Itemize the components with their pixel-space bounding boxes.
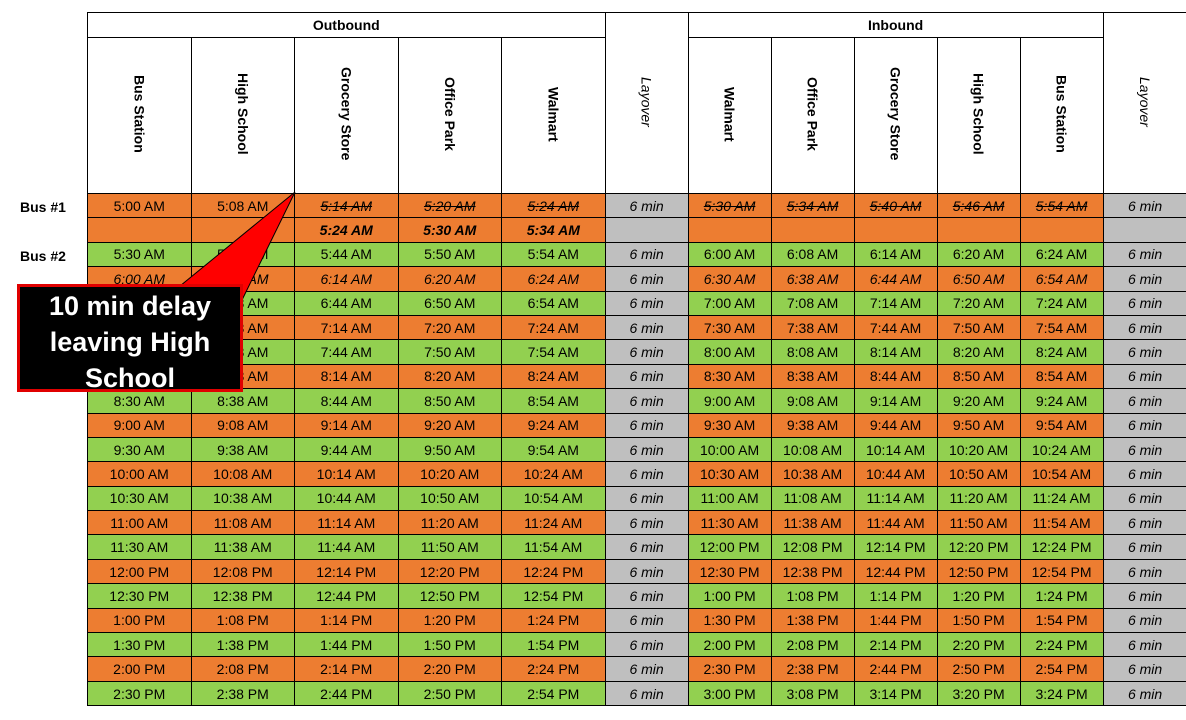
callout-line: School xyxy=(84,363,175,393)
callout-line: 10 min delay xyxy=(48,291,212,321)
callout-line: leaving High xyxy=(49,327,211,357)
delay-callout: 10 min delay leaving High School xyxy=(17,284,243,393)
